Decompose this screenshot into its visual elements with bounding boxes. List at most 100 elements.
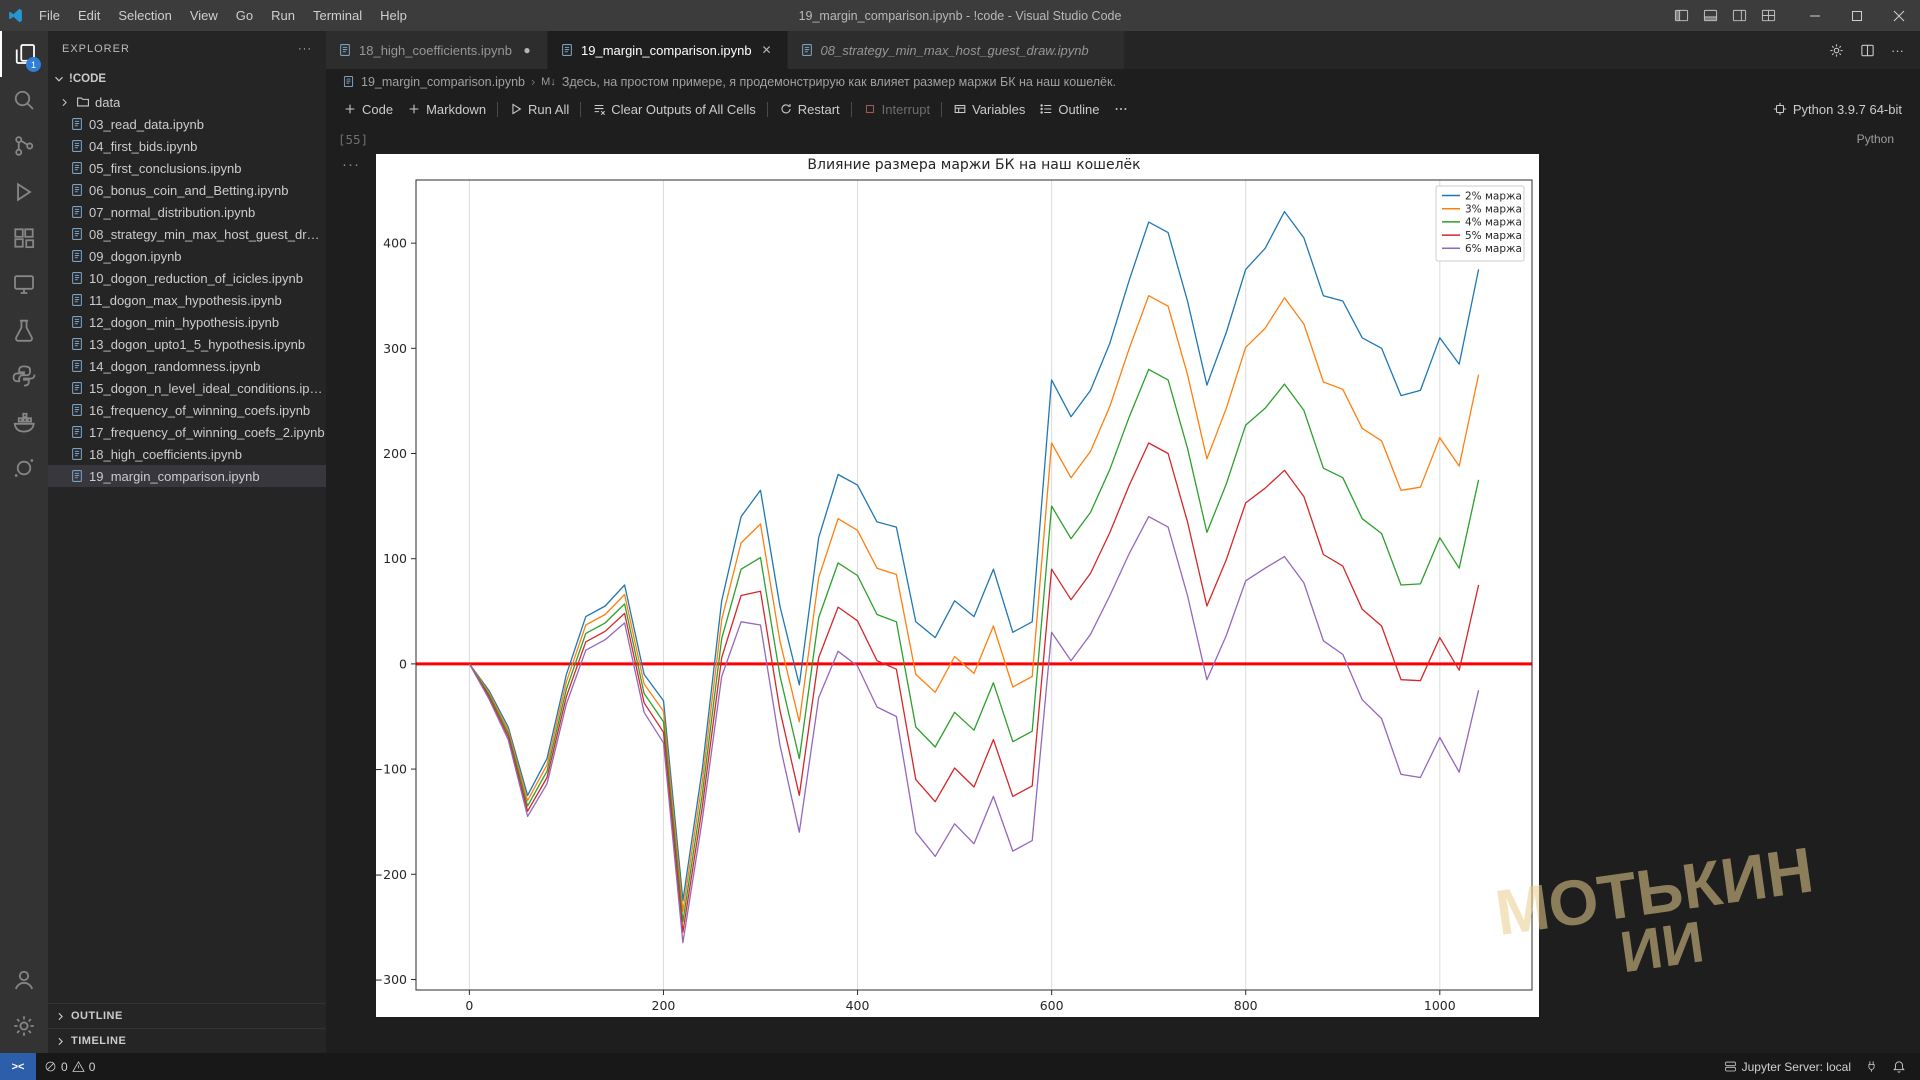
toggle-secondary-sidebar-icon[interactable] [1732, 8, 1747, 23]
minimize-button[interactable] [1794, 0, 1836, 31]
run-debug-icon [12, 180, 36, 204]
chevron-right-icon [54, 1035, 67, 1048]
kernel-picker[interactable]: Python 3.9.7 64-bit [1773, 102, 1920, 117]
file-item[interactable]: 17_frequency_of_winning_coefs_2.ipynb [48, 421, 326, 443]
outline-section[interactable]: OUTLINE [48, 1003, 326, 1028]
activitybar-jupyter[interactable] [0, 445, 48, 491]
sidebar-title: EXPLORER [62, 43, 130, 55]
close-button[interactable] [1878, 0, 1920, 31]
split-editor-icon[interactable] [1860, 43, 1875, 58]
maximize-button[interactable] [1836, 0, 1878, 31]
activitybar-source-control[interactable] [0, 123, 48, 169]
file-item[interactable]: 16_frequency_of_winning_coefs.ipynb [48, 399, 326, 421]
folder-item-data[interactable]: data [48, 91, 326, 113]
customize-layout-icon[interactable] [1761, 8, 1776, 23]
file-item[interactable]: 18_high_coefficients.ipynb [48, 443, 326, 465]
toolbar-separator [580, 101, 582, 117]
tab-label: 18_high_coefficients.ipynb [359, 42, 512, 58]
toolbar-run-all-button[interactable]: Run All [502, 97, 576, 121]
workspace-section-header[interactable]: !CODE [48, 67, 326, 91]
modified-dot-icon[interactable]: ● [519, 43, 535, 57]
jupyter-server-status[interactable]: Jupyter Server: local [1724, 1060, 1851, 1074]
file-item[interactable]: 19_margin_comparison.ipynb [48, 465, 326, 487]
file-item[interactable]: 03_read_data.ipynb [48, 113, 326, 135]
activitybar-search[interactable] [0, 77, 48, 123]
toolbar-variables-button[interactable]: Variables [946, 97, 1032, 121]
markdown-cell-icon: M↓ [541, 75, 556, 88]
toolbar-interrupt-button[interactable]: Interrupt [856, 97, 937, 121]
activitybar-gear[interactable] [0, 1003, 48, 1049]
file-name: 18_high_coefficients.ipynb [89, 446, 242, 462]
file-name: 03_read_data.ipynb [89, 116, 204, 132]
activitybar-run-debug[interactable] [0, 169, 48, 215]
file-item[interactable]: 06_bonus_coin_and_Betting.ipynb [48, 179, 326, 201]
file-tree: data 03_read_data.ipynb 04_first_bids.ipyn… [48, 91, 326, 487]
toolbar-outline-button[interactable]: Outline [1032, 97, 1106, 121]
remote-indicator[interactable]: >< [0, 1053, 36, 1080]
y-tick-label: 300 [383, 341, 407, 356]
menu-edit[interactable]: Edit [69, 0, 109, 31]
file-item[interactable]: 09_dogon.ipynb [48, 245, 326, 267]
activitybar-testing[interactable] [0, 307, 48, 353]
plug-icon[interactable] [1865, 1060, 1878, 1073]
file-item[interactable]: 13_dogon_upto1_5_hypothesis.ipynb [48, 333, 326, 355]
activitybar-python[interactable] [0, 353, 48, 399]
cell-menu-icon[interactable]: ··· [342, 156, 360, 173]
file-name: 08_strategy_min_max_host_guest_draw.ipyn… [89, 226, 326, 242]
problems-status[interactable]: 0 0 [36, 1053, 103, 1080]
file-item[interactable]: 07_normal_distribution.ipynb [48, 201, 326, 223]
timeline-section[interactable]: TIMELINE [48, 1028, 326, 1053]
outline-label: OUTLINE [71, 1010, 123, 1022]
breadcrumb-file[interactable]: 19_margin_comparison.ipynb [361, 75, 525, 89]
file-item[interactable]: 05_first_conclusions.ipynb [48, 157, 326, 179]
y-tick-label: −100 [376, 762, 407, 777]
editor-tab[interactable]: 08_strategy_min_max_host_guest_draw.ipyn… [787, 31, 1125, 69]
chevron-right-icon [58, 96, 71, 109]
file-item[interactable]: 12_dogon_min_hypothesis.ipynb [48, 311, 326, 333]
toggle-panel-icon[interactable] [1703, 8, 1718, 23]
cell-language-indicator[interactable]: Python [1857, 132, 1894, 146]
breadcrumb[interactable]: 19_margin_comparison.ipynb › M↓ Здесь, н… [326, 69, 1920, 94]
more-actions-icon[interactable]: ··· [1891, 43, 1904, 58]
activitybar-account[interactable] [0, 957, 48, 1003]
activitybar-remote-explorer[interactable] [0, 261, 48, 307]
menu-view[interactable]: View [181, 0, 227, 31]
toolbar-clear-outputs-of-all-cells-button[interactable]: Clear Outputs of All Cells [585, 97, 763, 121]
menu-go[interactable]: Go [227, 0, 262, 31]
activitybar-explorer[interactable]: 1 [0, 31, 48, 77]
titlebar-right [1656, 0, 1920, 31]
menu-selection[interactable]: Selection [109, 0, 180, 31]
toolbar-label: Restart [797, 101, 840, 117]
activitybar-extensions[interactable] [0, 215, 48, 261]
menu-run[interactable]: Run [262, 0, 304, 31]
menu-help[interactable]: Help [371, 0, 416, 31]
toolbar-more-button[interactable] [1107, 97, 1135, 121]
toolbar-markdown-button[interactable]: Markdown [400, 97, 493, 121]
explorer-badge: 1 [26, 57, 41, 72]
x-tick-label: 600 [1040, 998, 1064, 1013]
toolbar-separator [766, 101, 768, 117]
toggle-sidebar-icon[interactable] [1674, 8, 1689, 23]
extensions-icon [12, 226, 36, 250]
editor-tab[interactable]: 19_margin_comparison.ipynb ✕ [548, 31, 788, 69]
menu-terminal[interactable]: Terminal [304, 0, 371, 31]
activitybar-docker[interactable] [0, 399, 48, 445]
file-item[interactable]: 14_dogon_randomness.ipynb [48, 355, 326, 377]
x-tick-label: 0 [465, 998, 473, 1013]
toolbar-code-button[interactable]: Code [336, 97, 400, 121]
breadcrumb-cell-text[interactable]: Здесь, на простом примере, я продемонстр… [562, 75, 1116, 89]
editor-tab[interactable]: 18_high_coefficients.ipynb ● [326, 31, 548, 69]
menu-file[interactable]: File [30, 0, 69, 31]
toolbar-restart-button[interactable]: Restart [772, 97, 847, 121]
close-tab-icon[interactable]: ✕ [759, 43, 775, 57]
notebook-file-icon [338, 43, 352, 57]
file-item[interactable]: 15_dogon_n_level_ideal_conditions.ipynb [48, 377, 326, 399]
notifications-bell-icon[interactable] [1892, 1060, 1906, 1074]
notebook-kernel-gear-icon[interactable] [1829, 43, 1844, 58]
file-item[interactable]: 11_dogon_max_hypothesis.ipynb [48, 289, 326, 311]
explorer-more-actions-icon[interactable]: ··· [298, 43, 312, 55]
file-item[interactable]: 08_strategy_min_max_host_guest_draw.ipyn… [48, 223, 326, 245]
cell-execution-count: [55] [338, 132, 369, 147]
file-item[interactable]: 10_dogon_reduction_of_icicles.ipynb [48, 267, 326, 289]
file-item[interactable]: 04_first_bids.ipynb [48, 135, 326, 157]
